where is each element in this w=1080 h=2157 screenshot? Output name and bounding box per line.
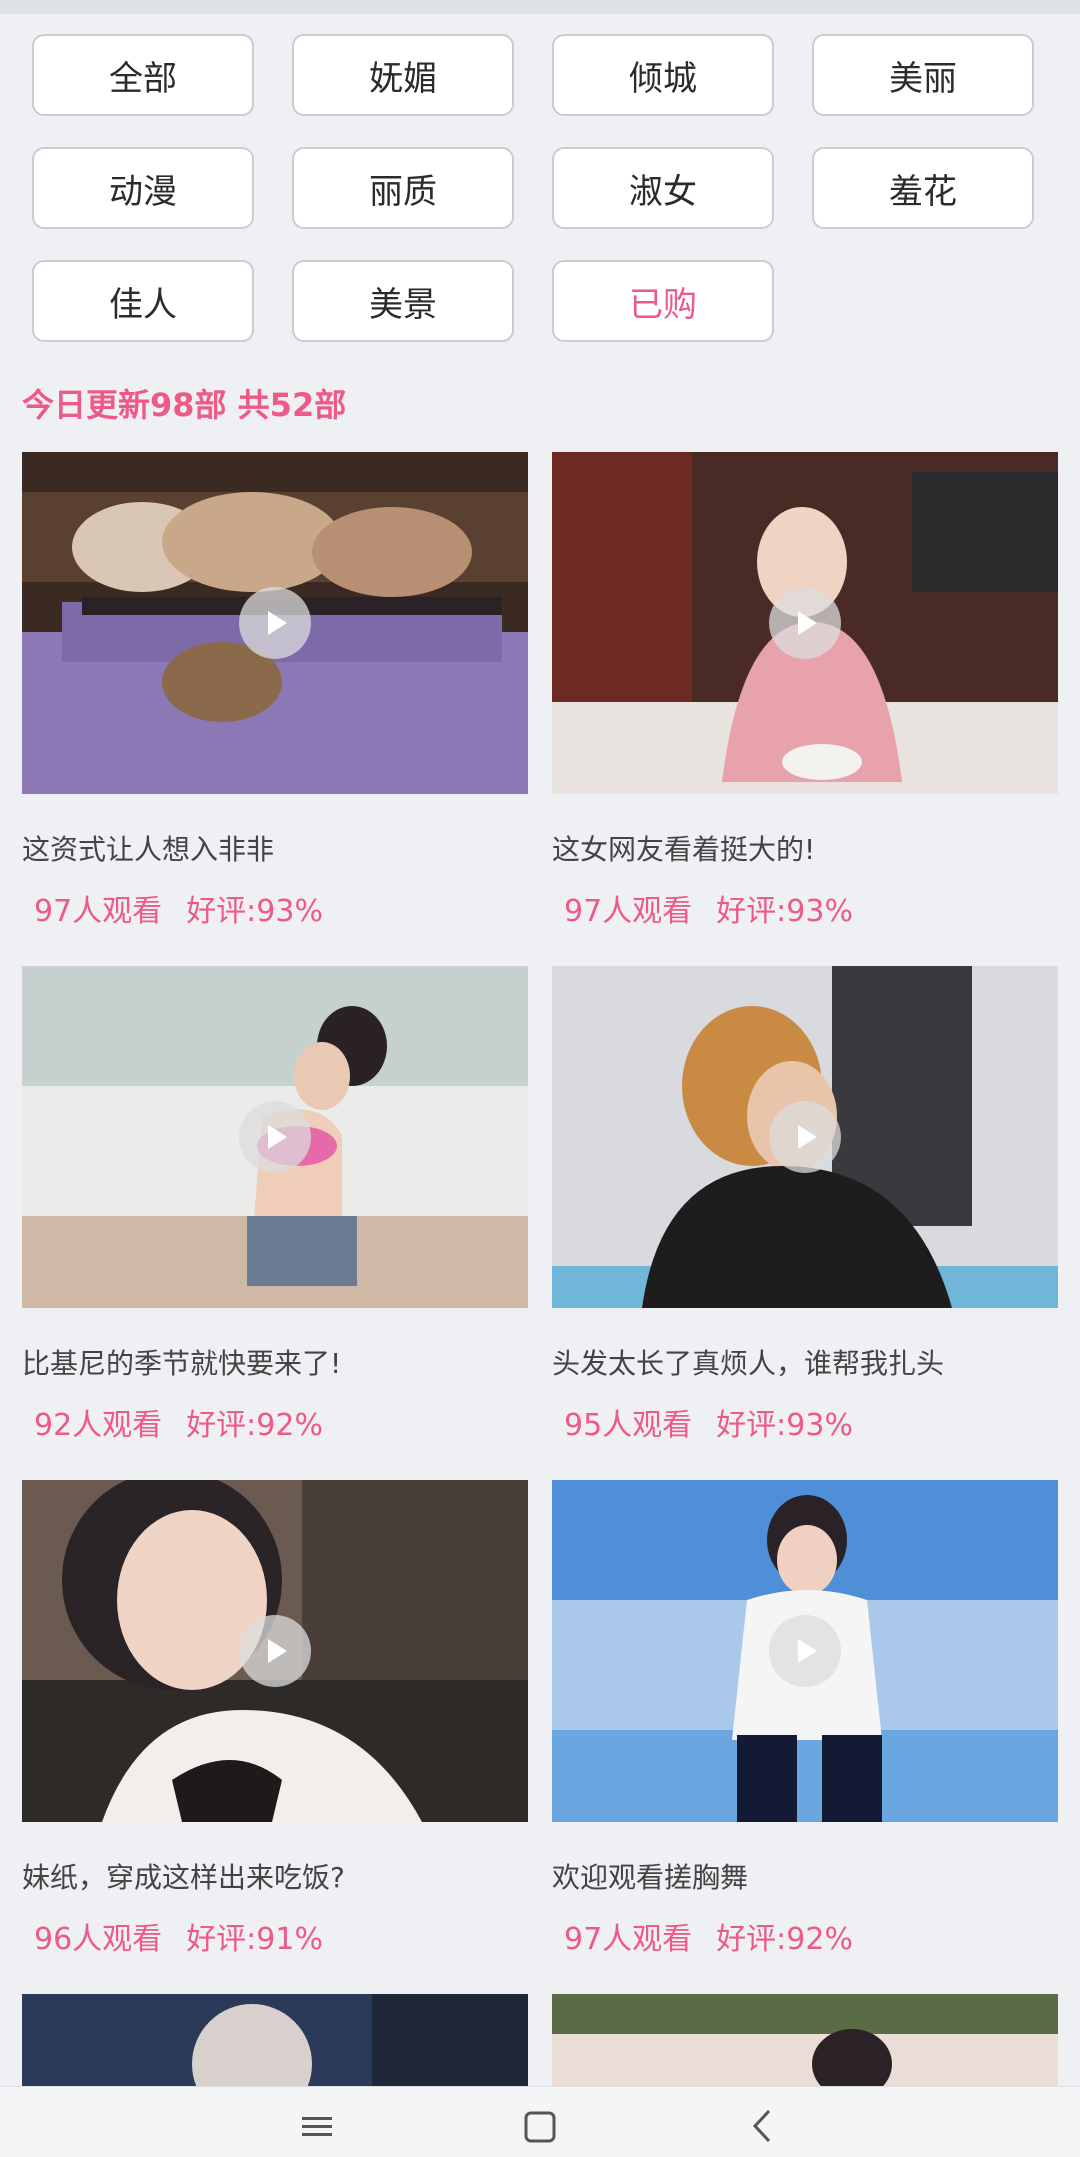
update-summary: 今日更新98部 共52部 — [22, 386, 347, 424]
video-stats: 92人观看 好评:92% — [34, 1400, 323, 1444]
play-icon — [268, 611, 287, 635]
category-chip-shy[interactable]: 羞花 — [812, 147, 1034, 229]
play-icon — [268, 1639, 287, 1663]
play-icon — [268, 1125, 287, 1149]
play-button[interactable] — [239, 587, 311, 659]
rating: 好评:92% — [186, 1408, 323, 1443]
category-chip-anime[interactable]: 动漫 — [32, 147, 254, 229]
video-title: 这女网友看着挺大的! — [552, 833, 816, 866]
category-chip-beauty[interactable]: 佳人 — [32, 260, 254, 342]
view-count: 97人观看 — [564, 1922, 693, 1957]
rating: 好评:91% — [186, 1922, 323, 1957]
video-stats: 97人观看 好评:93% — [34, 886, 323, 930]
play-button[interactable] — [769, 1615, 841, 1687]
video-title: 妹纸，穿成这样出来吃饭? — [22, 1861, 345, 1894]
category-chip-all[interactable]: 全部 — [32, 34, 254, 116]
category-chip-purchased[interactable]: 已购 — [552, 260, 774, 342]
view-count: 96人观看 — [34, 1922, 163, 1957]
system-navigation-bar — [0, 2086, 1080, 2157]
rating: 好评:93% — [186, 894, 323, 929]
video-card[interactable]: 头发太长了真烦人，谁帮我扎头 95人观看 好评:93% — [552, 966, 1058, 1443]
video-title: 欢迎观看搓胸舞 — [552, 1861, 749, 1894]
video-card[interactable]: 欢迎观看搓胸舞 97人观看 好评:92% — [552, 1480, 1058, 1957]
video-card[interactable]: 妹纸，穿成这样出来吃饭? 96人观看 好评:91% — [22, 1480, 528, 1957]
video-stats: 95人观看 好评:93% — [564, 1400, 853, 1444]
play-icon — [798, 1639, 817, 1663]
video-thumbnail[interactable] — [22, 1480, 528, 1822]
video-card[interactable]: 这资式让人想入非非 97人观看 好评:93% — [22, 452, 528, 929]
video-title: 比基尼的季节就快要来了! — [22, 1347, 342, 1380]
video-stats: 96人观看 好评:91% — [34, 1914, 323, 1958]
video-stats: 97人观看 好评:92% — [564, 1914, 853, 1958]
category-chip-stunning[interactable]: 倾城 — [552, 34, 774, 116]
video-thumbnail[interactable] — [552, 966, 1058, 1308]
play-button[interactable] — [769, 587, 841, 659]
category-chip-elegant[interactable]: 丽质 — [292, 147, 514, 229]
menu-icon[interactable] — [287, 2101, 347, 2151]
video-title: 这资式让人想入非非 — [22, 833, 275, 866]
view-count: 97人观看 — [34, 894, 163, 929]
view-count: 95人观看 — [564, 1408, 693, 1443]
video-thumbnail[interactable] — [552, 1480, 1058, 1822]
thumbnail-image — [22, 1994, 528, 2086]
video-thumbnail[interactable] — [22, 1994, 528, 2086]
back-chevron-icon[interactable] — [733, 2101, 793, 2151]
play-icon — [798, 1125, 817, 1149]
status-bar-strip — [0, 0, 1080, 14]
rating: 好评:93% — [716, 894, 853, 929]
view-count: 92人观看 — [34, 1408, 163, 1443]
rating: 好评:92% — [716, 1922, 853, 1957]
thumbnail-image — [552, 1994, 1058, 2086]
category-chip-scenery[interactable]: 美景 — [292, 260, 514, 342]
video-card[interactable]: 这女网友看着挺大的! 97人观看 好评:93% — [552, 452, 1058, 929]
category-chip-lady[interactable]: 淑女 — [552, 147, 774, 229]
play-button[interactable] — [239, 1615, 311, 1687]
video-thumbnail[interactable] — [22, 966, 528, 1308]
video-thumbnail[interactable] — [552, 1994, 1058, 2086]
video-thumbnail[interactable] — [552, 452, 1058, 794]
video-card[interactable] — [552, 1994, 1058, 2086]
play-button[interactable] — [769, 1101, 841, 1173]
video-thumbnail[interactable] — [22, 452, 528, 794]
video-card[interactable]: 比基尼的季节就快要来了! 92人观看 好评:92% — [22, 966, 528, 1443]
video-card[interactable] — [22, 1994, 528, 2086]
category-chip-charming[interactable]: 妩媚 — [292, 34, 514, 116]
home-square-icon[interactable] — [510, 2101, 570, 2151]
rating: 好评:93% — [716, 1408, 853, 1443]
play-button[interactable] — [239, 1101, 311, 1173]
play-icon — [798, 611, 817, 635]
video-title: 头发太长了真烦人，谁帮我扎头 — [552, 1347, 945, 1380]
view-count: 97人观看 — [564, 894, 693, 929]
category-chip-beautiful[interactable]: 美丽 — [812, 34, 1034, 116]
video-stats: 97人观看 好评:93% — [564, 886, 853, 930]
